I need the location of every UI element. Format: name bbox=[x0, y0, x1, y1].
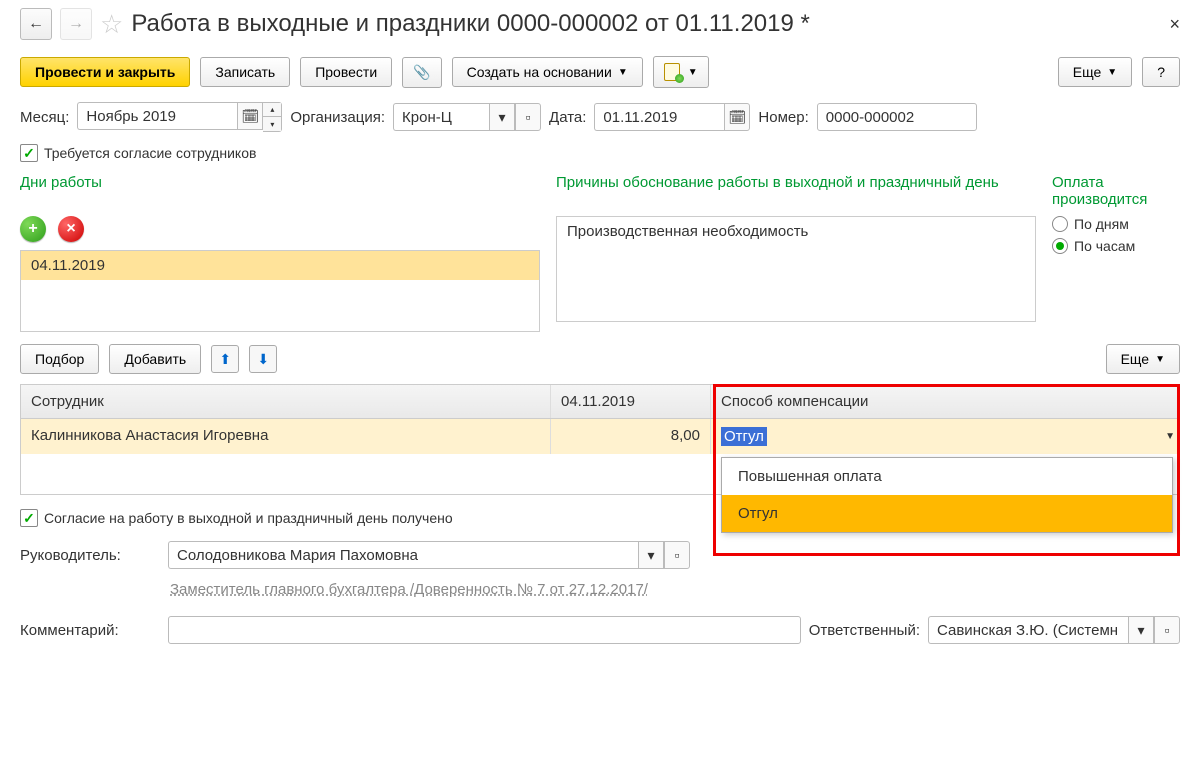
table-toolbar: Подбор Добавить ⬆ ⬇ Еще▼ bbox=[20, 344, 1180, 374]
responsible-open-button[interactable]: ▫ bbox=[1154, 616, 1180, 644]
consent-obtained-label: Согласие на работу в выходной и празднич… bbox=[44, 510, 453, 526]
caret-down-icon: ▼ bbox=[688, 67, 698, 78]
month-up-button[interactable]: ▴ bbox=[263, 103, 281, 117]
caret-down-icon: ▼ bbox=[618, 67, 628, 78]
manager-dropdown-button[interactable]: ▾ bbox=[638, 541, 664, 569]
consent-required-label: Требуется согласие сотрудников bbox=[44, 145, 256, 161]
footer-row: Комментарий: Ответственный: Савинская З.… bbox=[20, 616, 1180, 644]
main-toolbar: Провести и закрыть Записать Провести 📎 С… bbox=[20, 56, 1180, 88]
pay-by-days-row[interactable]: По дням bbox=[1052, 216, 1180, 232]
close-icon[interactable]: × bbox=[1169, 14, 1180, 35]
radio-by-hours[interactable] bbox=[1052, 238, 1068, 254]
responsible-dropdown-button[interactable]: ▾ bbox=[1128, 616, 1154, 644]
col-employee[interactable]: Сотрудник bbox=[21, 385, 551, 418]
nav-back-button[interactable]: ← bbox=[20, 8, 52, 40]
consent-required-row: ✓ Требуется согласие сотрудников bbox=[20, 144, 1180, 162]
manager-open-button[interactable]: ▫ bbox=[664, 541, 690, 569]
form-header-row: Месяц: Ноябрь 2019 🗓 ▴ ▾ Организация: Кр… bbox=[20, 102, 1180, 132]
reason-textarea[interactable]: Производственная необходимость bbox=[556, 216, 1036, 322]
doc-action-button[interactable]: ▼ bbox=[653, 56, 709, 88]
date-input[interactable]: 01.11.2019 bbox=[594, 103, 724, 131]
cell-hours[interactable]: 8,00 bbox=[551, 419, 711, 454]
submit-close-button[interactable]: Провести и закрыть bbox=[20, 57, 190, 87]
org-dropdown-button[interactable]: ▾ bbox=[489, 103, 515, 131]
consent-required-checkbox[interactable]: ✓ bbox=[20, 144, 38, 162]
employees-table: Сотрудник 04.11.2019 Способ компенсации … bbox=[20, 384, 1180, 495]
post-button[interactable]: Провести bbox=[300, 57, 392, 87]
org-open-button[interactable]: ▫ bbox=[515, 103, 541, 131]
pick-button[interactable]: Подбор bbox=[20, 344, 99, 374]
add-row-button[interactable]: Добавить bbox=[109, 344, 201, 374]
radio-by-days[interactable] bbox=[1052, 216, 1068, 232]
save-button[interactable]: Записать bbox=[200, 57, 290, 87]
add-day-button[interactable]: + bbox=[20, 216, 46, 242]
days-section-title: Дни работы bbox=[20, 174, 540, 210]
cell-compensation[interactable]: Отгул ▼ bbox=[711, 419, 1179, 454]
manager-row: Руководитель: Солодовникова Мария Пахомо… bbox=[20, 541, 1180, 569]
manager-input[interactable]: Солодовникова Мария Пахомовна bbox=[168, 541, 638, 569]
nav-forward-button[interactable]: → bbox=[60, 8, 92, 40]
table-more-button[interactable]: Еще▼ bbox=[1106, 344, 1180, 374]
compensation-dropdown: Повышенная оплата Отгул bbox=[721, 457, 1173, 533]
month-down-button[interactable]: ▾ bbox=[263, 117, 281, 131]
number-label: Номер: bbox=[758, 109, 808, 126]
day-row[interactable]: 04.11.2019 bbox=[21, 251, 539, 280]
table-row[interactable]: Калинникова Анастасия Игоревна 8,00 Отгу… bbox=[21, 419, 1179, 454]
favorite-star-icon[interactable]: ☆ bbox=[100, 9, 123, 40]
move-down-button[interactable]: ⬇ bbox=[249, 345, 277, 373]
calendar-icon[interactable]: 🗓 bbox=[237, 102, 263, 130]
manager-position-link[interactable]: Заместитель главного бухгалтера /Доверен… bbox=[170, 581, 1180, 598]
attachment-button[interactable]: 📎 bbox=[402, 57, 441, 88]
remove-day-button[interactable]: × bbox=[58, 216, 84, 242]
consent-obtained-checkbox[interactable]: ✓ bbox=[20, 509, 38, 527]
page-title: Работа в выходные и праздники 0000-00000… bbox=[131, 10, 810, 38]
month-input[interactable]: Ноябрь 2019 bbox=[77, 102, 237, 130]
caret-down-icon: ▼ bbox=[1107, 67, 1117, 78]
reason-section-title: Причины обоснование работы в выходной и … bbox=[556, 174, 1036, 210]
paperclip-icon: 📎 bbox=[413, 64, 430, 80]
cell-employee[interactable]: Калинникова Анастасия Игоревна bbox=[21, 419, 551, 454]
move-up-button[interactable]: ⬆ bbox=[211, 345, 239, 373]
responsible-label: Ответственный: bbox=[809, 622, 920, 639]
col-date[interactable]: 04.11.2019 bbox=[551, 385, 711, 418]
col-compensation[interactable]: Способ компенсации bbox=[711, 385, 1179, 418]
table-header: Сотрудник 04.11.2019 Способ компенсации bbox=[21, 385, 1179, 419]
month-label: Месяц: bbox=[20, 109, 69, 126]
comment-input[interactable] bbox=[168, 616, 801, 644]
pay-section-title: Оплата производится bbox=[1052, 174, 1180, 210]
days-list[interactable]: 04.11.2019 bbox=[20, 250, 540, 332]
compensation-dropdown-toggle[interactable]: ▼ bbox=[1165, 431, 1175, 442]
responsible-input[interactable]: Савинская З.Ю. (Системн bbox=[928, 616, 1128, 644]
manager-label: Руководитель: bbox=[20, 547, 160, 564]
dropdown-option-day-off[interactable]: Отгул bbox=[722, 495, 1172, 532]
dropdown-option-increased-pay[interactable]: Повышенная оплата bbox=[722, 458, 1172, 495]
org-input[interactable]: Крон-Ц bbox=[393, 103, 489, 131]
document-plus-icon bbox=[664, 63, 682, 81]
number-input[interactable]: 0000-000002 bbox=[817, 103, 977, 131]
pay-by-hours-row[interactable]: По часам bbox=[1052, 238, 1180, 254]
org-label: Организация: bbox=[290, 109, 385, 126]
help-button[interactable]: ? bbox=[1142, 57, 1180, 87]
comment-label: Комментарий: bbox=[20, 622, 160, 639]
title-bar: ← → ☆ Работа в выходные и праздники 0000… bbox=[20, 8, 1180, 40]
date-label: Дата: bbox=[549, 109, 586, 126]
calendar-icon[interactable]: 🗓 bbox=[724, 103, 750, 131]
more-button[interactable]: Еще▼ bbox=[1058, 57, 1132, 87]
create-based-button[interactable]: Создать на основании▼ bbox=[452, 57, 643, 87]
